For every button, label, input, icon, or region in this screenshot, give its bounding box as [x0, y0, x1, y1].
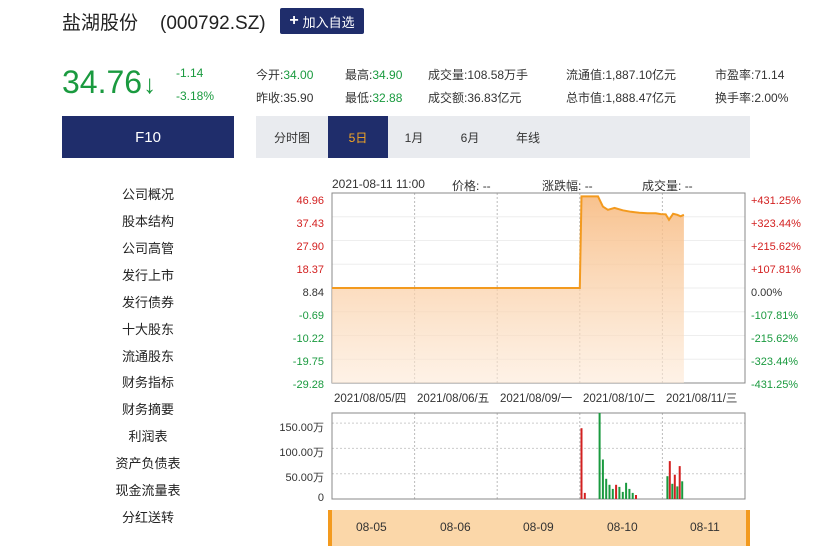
volume-bar: [671, 483, 674, 499]
volume-bar: [583, 492, 586, 499]
navigator-label: 08-05: [356, 520, 387, 534]
volume-bar: [668, 461, 671, 499]
volume-bar: [608, 484, 611, 499]
stock-chart[interactable]: [0, 0, 840, 560]
volume-bar: [618, 486, 621, 499]
volume-bar: [611, 488, 614, 499]
navigator-label: 08-06: [440, 520, 471, 534]
volume-bar: [631, 492, 634, 499]
navigator-label: 08-10: [607, 520, 638, 534]
volume-bar: [666, 476, 669, 499]
volume-bar: [678, 466, 681, 499]
navigator-label: 08-11: [690, 520, 720, 534]
volume-bar: [625, 482, 628, 499]
volume-bar: [635, 495, 637, 499]
volume-bar: [580, 428, 583, 499]
volume-bar: [598, 413, 601, 499]
volume-bars: [580, 413, 684, 499]
volume-bar: [681, 481, 684, 499]
volume-bar: [628, 488, 631, 499]
volume-bar: [615, 484, 618, 499]
volume-bar: [605, 478, 608, 499]
price-area: [332, 196, 684, 383]
volume-bar: [621, 491, 624, 499]
volume-bar: [676, 486, 679, 499]
volume-bar: [673, 474, 676, 499]
volume-bar: [601, 459, 604, 499]
navigator-label: 08-09: [523, 520, 554, 534]
